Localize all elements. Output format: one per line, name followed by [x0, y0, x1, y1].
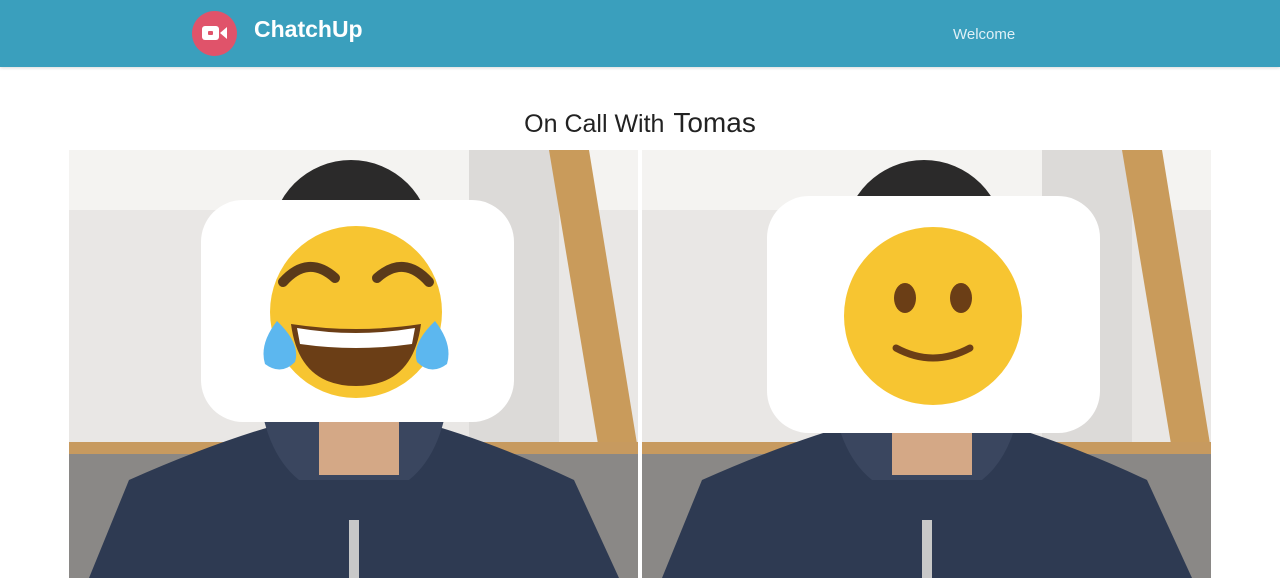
slightly-smiling-emoji-icon — [844, 227, 1022, 405]
local-video — [69, 150, 638, 578]
welcome-link[interactable]: Welcome — [953, 26, 1015, 43]
brand-name-link[interactable]: ChatchUp — [254, 16, 363, 43]
remote-video — [642, 150, 1211, 578]
emoji-mask-card — [201, 200, 514, 422]
call-title-prefix: On Call With — [524, 110, 665, 138]
emoji-mask-card — [767, 196, 1100, 433]
video-camera-icon[interactable] — [192, 11, 237, 56]
peer-name: Tomas — [673, 107, 756, 138]
navbar: ChatchUp Welcome — [0, 0, 1280, 67]
tears-of-joy-emoji-icon — [263, 226, 449, 398]
call-title: On Call With Tomas — [0, 103, 1280, 140]
